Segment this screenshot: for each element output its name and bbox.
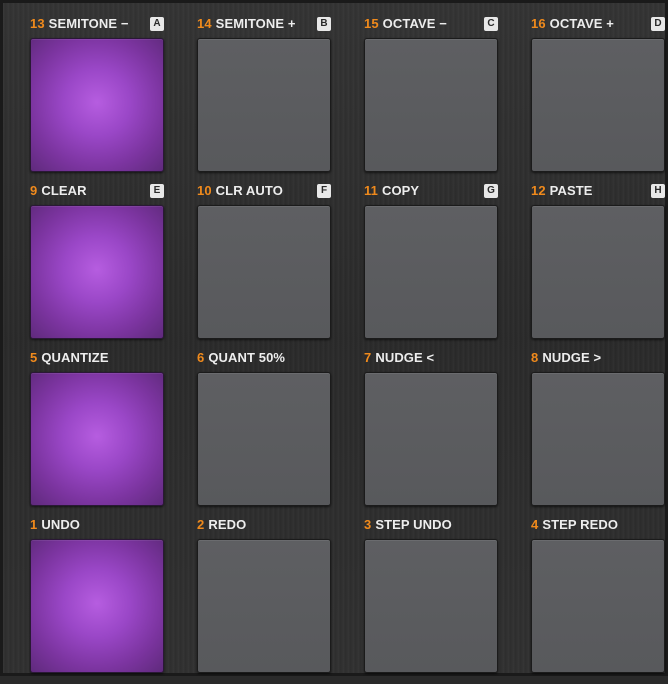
pad-button-8[interactable] xyxy=(531,372,665,506)
pad-number: 16 xyxy=(531,16,546,31)
pad-button-7[interactable] xyxy=(364,372,498,506)
pad-label: 2 REDO xyxy=(197,517,246,533)
pad-button-13[interactable] xyxy=(30,38,164,172)
pad-label: 3 STEP UNDO xyxy=(364,517,452,533)
pad-cell-12: 12 PASTE H xyxy=(531,183,665,350)
pad-label: 11 COPY xyxy=(364,183,419,199)
pad-number: 11 xyxy=(364,183,378,198)
pad-cell-7: 7 NUDGE < xyxy=(364,350,498,517)
pad-key-badge: F xyxy=(317,184,331,198)
pad-number: 4 xyxy=(531,517,539,532)
pad-grid-panel: 13 SEMITONE − A 14 SEMITONE + B 15 OCTAVE − C 16 O… xyxy=(0,0,668,676)
pad-function-label: SEMITONE − xyxy=(48,16,129,31)
pad-cell-10: 10 CLR AUTO F xyxy=(197,183,331,350)
pad-label: 1 UNDO xyxy=(30,517,80,533)
pad-button-3[interactable] xyxy=(364,539,498,673)
pad-label: 4 STEP REDO xyxy=(531,517,618,533)
pad-number: 7 xyxy=(364,350,372,365)
pad-cell-11: 11 COPY G xyxy=(364,183,498,350)
pad-cell-5: 5 QUANTIZE xyxy=(30,350,164,517)
pad-number: 14 xyxy=(197,16,212,31)
pad-number: 15 xyxy=(364,16,379,31)
pad-key-badge: G xyxy=(484,184,498,198)
pad-label: 16 OCTAVE + xyxy=(531,16,614,32)
pad-number: 2 xyxy=(197,517,205,532)
pad-label: 5 QUANTIZE xyxy=(30,350,109,366)
pad-function-label: STEP REDO xyxy=(542,517,619,532)
pad-label: 14 SEMITONE + xyxy=(197,16,296,32)
pad-label: 10 CLR AUTO xyxy=(197,183,283,199)
pad-cell-4: 4 STEP REDO xyxy=(531,517,665,684)
pad-cell-9: 9 CLEAR E xyxy=(30,183,164,350)
pad-button-15[interactable] xyxy=(364,38,498,172)
pad-function-label: REDO xyxy=(208,517,247,532)
pad-function-label: COPY xyxy=(381,183,420,198)
pad-number: 8 xyxy=(531,350,539,365)
pad-cell-13: 13 SEMITONE − A xyxy=(30,16,164,183)
pad-button-12[interactable] xyxy=(531,205,665,339)
pad-cell-15: 15 OCTAVE − C xyxy=(364,16,498,183)
pad-label: 7 NUDGE < xyxy=(364,350,434,366)
pad-label: 13 SEMITONE − xyxy=(30,16,129,32)
pad-number: 1 xyxy=(30,517,38,532)
pad-label: 15 OCTAVE − xyxy=(364,16,447,32)
pad-function-label: SEMITONE + xyxy=(215,16,296,31)
pad-number: 13 xyxy=(30,16,45,31)
pad-number: 6 xyxy=(197,350,205,365)
pad-cell-8: 8 NUDGE > xyxy=(531,350,665,517)
pad-number: 12 xyxy=(531,183,546,198)
pad-button-4[interactable] xyxy=(531,539,665,673)
pad-button-9[interactable] xyxy=(30,205,164,339)
pad-function-label: CLR AUTO xyxy=(215,183,283,198)
pad-key-badge: A xyxy=(150,17,164,31)
pad-number: 5 xyxy=(30,350,38,365)
pad-label: 8 NUDGE > xyxy=(531,350,601,366)
pad-button-11[interactable] xyxy=(364,205,498,339)
pad-function-label: PASTE xyxy=(549,183,593,198)
pad-number: 9 xyxy=(30,183,38,198)
pad-button-6[interactable] xyxy=(197,372,331,506)
pad-cell-14: 14 SEMITONE + B xyxy=(197,16,331,183)
pad-cell-3: 3 STEP UNDO xyxy=(364,517,498,684)
pad-key-badge: H xyxy=(651,184,665,198)
pad-function-label: OCTAVE − xyxy=(382,16,447,31)
pad-function-label: OCTAVE + xyxy=(549,16,614,31)
pad-cell-2: 2 REDO xyxy=(197,517,331,684)
pad-number: 3 xyxy=(364,517,372,532)
pad-function-label: UNDO xyxy=(41,517,81,532)
pad-function-label: CLEAR xyxy=(41,183,87,198)
pad-button-5[interactable] xyxy=(30,372,164,506)
pad-key-badge: D xyxy=(651,17,665,31)
pad-function-label: NUDGE < xyxy=(375,350,435,365)
pad-cell-1: 1 UNDO xyxy=(30,517,164,684)
pad-key-badge: B xyxy=(317,17,331,31)
pad-label: 12 PASTE xyxy=(531,183,593,199)
pad-label: 9 CLEAR xyxy=(30,183,87,199)
pad-button-16[interactable] xyxy=(531,38,665,172)
pad-button-14[interactable] xyxy=(197,38,331,172)
pad-function-label: NUDGE > xyxy=(542,350,602,365)
pad-cell-6: 6 QUANT 50% xyxy=(197,350,331,517)
pad-number: 10 xyxy=(197,183,212,198)
pad-button-10[interactable] xyxy=(197,205,331,339)
pad-label: 6 QUANT 50% xyxy=(197,350,285,366)
pad-cell-16: 16 OCTAVE + D xyxy=(531,16,665,183)
pad-key-badge: C xyxy=(484,17,498,31)
pad-function-label: STEP UNDO xyxy=(375,517,452,532)
pad-function-label: QUANTIZE xyxy=(41,350,109,365)
pad-key-badge: E xyxy=(150,184,164,198)
pad-button-1[interactable] xyxy=(30,539,164,673)
pad-button-2[interactable] xyxy=(197,539,331,673)
pad-function-label: QUANT 50% xyxy=(208,350,286,365)
